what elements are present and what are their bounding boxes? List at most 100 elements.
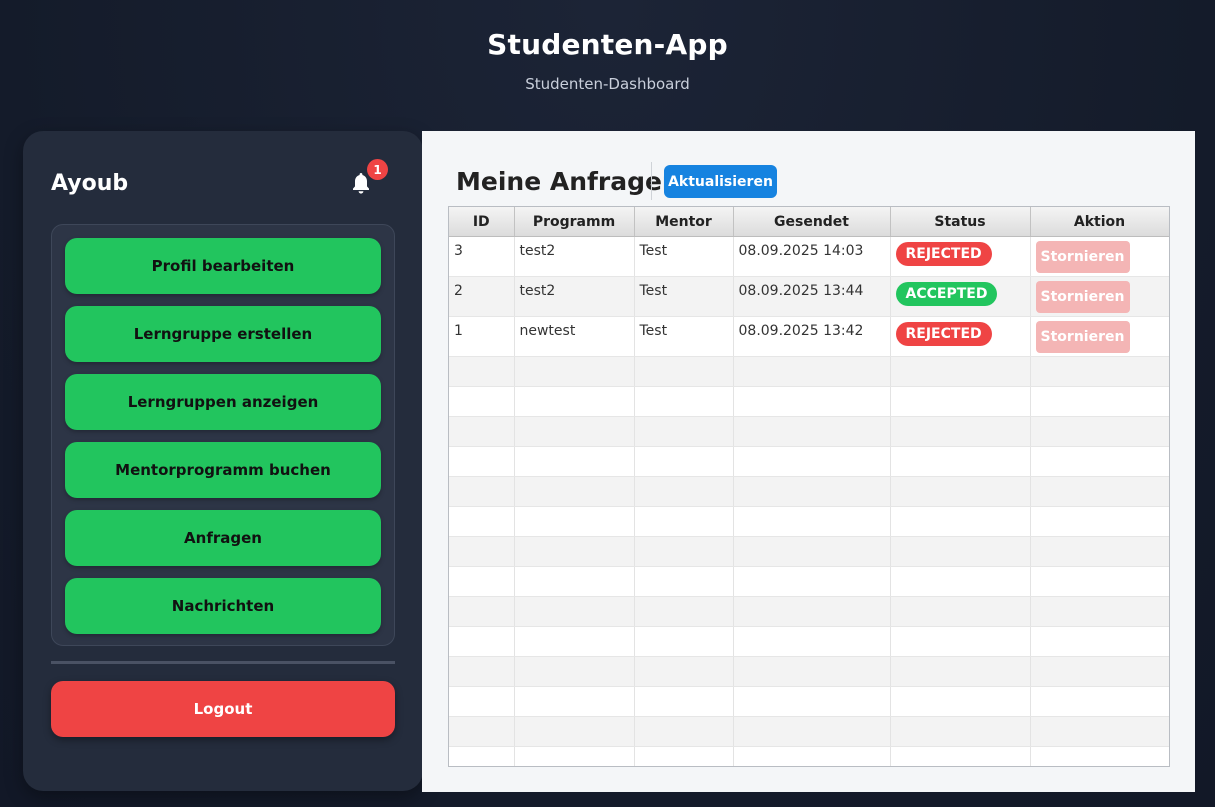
table-row[interactable]: 1 newtest Test 08.09.2025 13:42 REJECTED… <box>449 316 1169 357</box>
empty-cell <box>449 716 515 747</box>
refresh-button[interactable]: Aktualisieren <box>664 165 777 198</box>
profile-edit-button[interactable]: Profil bearbeiten <box>65 238 381 294</box>
cell-action: Stornieren <box>1030 276 1169 317</box>
empty-cell <box>514 416 635 447</box>
app-title: Studenten-App <box>487 28 728 61</box>
requests-table: ID Programm Mentor Gesendet Status Aktio… <box>448 206 1170 767</box>
empty-cell <box>1030 566 1169 597</box>
empty-cell <box>733 626 891 657</box>
logout-button[interactable]: Logout <box>51 681 395 737</box>
table-row[interactable]: 3 test2 Test 08.09.2025 14:03 REJECTED S… <box>449 236 1169 277</box>
empty-cell <box>514 536 635 567</box>
show-study-groups-button[interactable]: Lerngruppen anzeigen <box>65 374 381 430</box>
column-header-status[interactable]: Status <box>890 207 1031 237</box>
empty-table-row <box>449 446 1169 477</box>
column-header-sent[interactable]: Gesendet <box>733 207 891 237</box>
empty-cell <box>1030 416 1169 447</box>
cell-mentor: Test <box>634 316 734 357</box>
empty-cell <box>890 626 1031 657</box>
empty-cell <box>634 566 734 597</box>
cell-sent: 08.09.2025 13:42 <box>733 316 891 357</box>
empty-cell <box>449 356 515 387</box>
empty-cell <box>634 716 734 747</box>
table-row[interactable]: 2 test2 Test 08.09.2025 13:44 ACCEPTED S… <box>449 276 1169 317</box>
empty-table-row <box>449 386 1169 417</box>
sidebar: Ayoub 1 Profil bearbeiten Lerngruppe ers… <box>23 131 423 791</box>
status-badge: ACCEPTED <box>895 282 998 306</box>
status-badge: REJECTED <box>895 322 992 346</box>
empty-cell <box>1030 536 1169 567</box>
empty-cell <box>890 596 1031 627</box>
empty-cell <box>634 506 734 537</box>
empty-cell <box>449 596 515 627</box>
cancel-button[interactable]: Stornieren <box>1035 321 1130 353</box>
empty-cell <box>514 596 635 627</box>
empty-cell <box>449 416 515 447</box>
cell-status: REJECTED <box>890 236 1031 277</box>
empty-cell <box>890 746 1031 766</box>
messages-button[interactable]: Nachrichten <box>65 578 381 634</box>
empty-cell <box>514 746 635 766</box>
empty-cell <box>733 536 891 567</box>
empty-cell <box>634 656 734 687</box>
empty-cell <box>634 626 734 657</box>
column-header-program[interactable]: Programm <box>514 207 635 237</box>
empty-cell <box>634 356 734 387</box>
empty-cell <box>449 566 515 597</box>
book-mentor-program-button[interactable]: Mentorprogramm buchen <box>65 442 381 498</box>
empty-cell <box>890 416 1031 447</box>
empty-cell <box>733 506 891 537</box>
empty-cell <box>890 686 1031 717</box>
empty-cell <box>890 446 1031 477</box>
cell-action: Stornieren <box>1030 316 1169 357</box>
column-header-id[interactable]: ID <box>449 207 515 237</box>
empty-cell <box>514 716 635 747</box>
cell-mentor: Test <box>634 236 734 277</box>
empty-cell <box>1030 506 1169 537</box>
empty-cell <box>514 626 635 657</box>
empty-cell <box>449 446 515 477</box>
empty-cell <box>733 596 891 627</box>
empty-cell <box>449 506 515 537</box>
create-study-group-button[interactable]: Lerngruppe erstellen <box>65 306 381 362</box>
requests-button[interactable]: Anfragen <box>65 510 381 566</box>
empty-cell <box>449 386 515 417</box>
cell-program: test2 <box>514 236 635 277</box>
cell-status: REJECTED <box>890 316 1031 357</box>
empty-table-row <box>449 416 1169 447</box>
empty-cell <box>634 446 734 477</box>
empty-cell <box>890 476 1031 507</box>
empty-cell <box>514 476 635 507</box>
empty-cell <box>514 356 635 387</box>
cell-id: 1 <box>449 316 515 357</box>
empty-cell <box>890 716 1031 747</box>
cancel-button[interactable]: Stornieren <box>1035 281 1130 313</box>
cell-action: Stornieren <box>1030 236 1169 277</box>
cell-mentor: Test <box>634 276 734 317</box>
sidebar-divider <box>51 661 395 664</box>
empty-cell <box>634 686 734 717</box>
empty-cell <box>733 446 891 477</box>
cancel-button[interactable]: Stornieren <box>1035 241 1130 273</box>
empty-cell <box>733 716 891 747</box>
empty-cell <box>1030 626 1169 657</box>
empty-cell <box>449 686 515 717</box>
empty-cell <box>449 656 515 687</box>
empty-cell <box>1030 716 1169 747</box>
empty-cell <box>733 656 891 687</box>
column-header-action[interactable]: Aktion <box>1030 207 1169 237</box>
empty-cell <box>733 416 891 447</box>
empty-table-row <box>449 626 1169 657</box>
cell-status: ACCEPTED <box>890 276 1031 317</box>
empty-cell <box>634 596 734 627</box>
column-header-mentor[interactable]: Mentor <box>634 207 734 237</box>
main-panel: Meine Anfragen Aktualisieren ID Programm… <box>422 131 1195 792</box>
empty-cell <box>449 476 515 507</box>
empty-cell <box>634 386 734 417</box>
cell-program: test2 <box>514 276 635 317</box>
empty-cell <box>449 626 515 657</box>
user-name: Ayoub <box>51 171 129 196</box>
empty-cell <box>449 536 515 567</box>
empty-cell <box>514 386 635 417</box>
empty-table-row <box>449 476 1169 507</box>
